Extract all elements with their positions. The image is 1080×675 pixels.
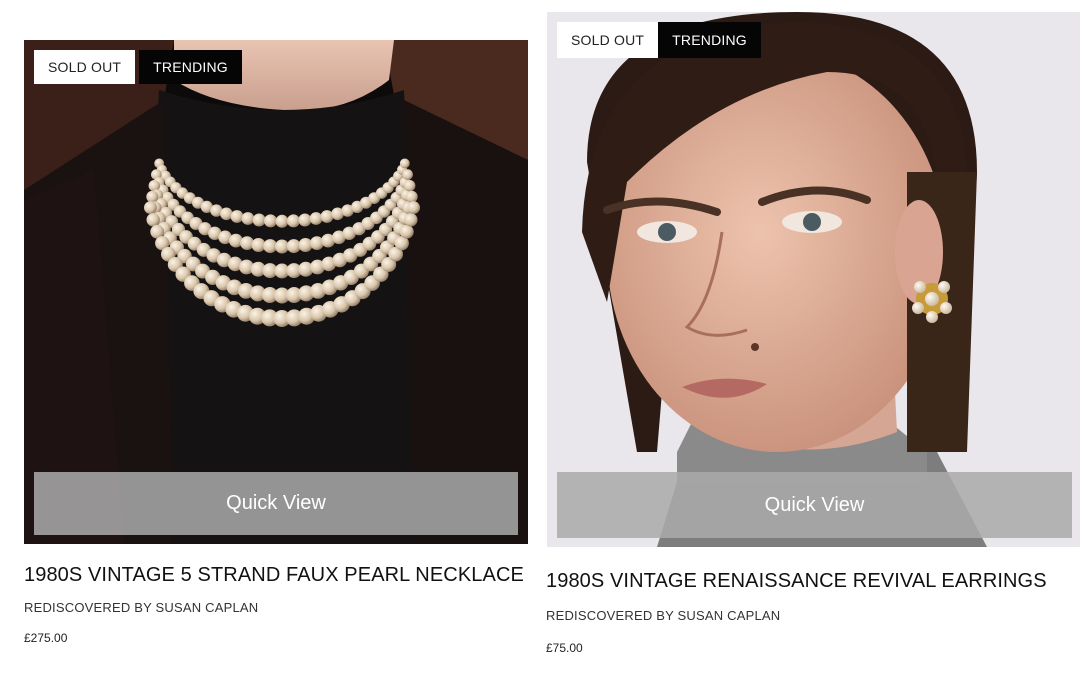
pearl — [144, 201, 157, 215]
product-brand[interactable]: REDISCOVERED BY SUSAN CAPLAN — [24, 600, 258, 615]
pearl — [264, 214, 277, 228]
pearl — [298, 213, 312, 227]
product-price: £75.00 — [546, 641, 583, 655]
pearl — [275, 214, 289, 228]
product-card[interactable]: SOLD OUT TRENDING Quick View 1980S VINTA… — [540, 0, 1080, 675]
pearl — [404, 213, 418, 227]
pearl — [220, 207, 233, 221]
product-card[interactable]: SOLD OUT TRENDING Quick View 1980S VINTA… — [0, 0, 540, 675]
product-image-earrings[interactable] — [547, 12, 1080, 547]
product-title[interactable]: 1980S VINTAGE 5 STRAND FAUX PEARL NECKLA… — [24, 564, 524, 587]
quick-view-button[interactable]: Quick View — [557, 472, 1072, 538]
pearl — [402, 169, 414, 180]
product-image-necklace[interactable] — [24, 40, 528, 544]
quick-view-button[interactable]: Quick View — [34, 472, 518, 535]
earrings-photo — [547, 12, 1080, 547]
pearl — [309, 212, 323, 225]
pearl — [287, 214, 300, 228]
pearl — [407, 201, 420, 215]
sold-out-badge: SOLD OUT — [34, 50, 136, 84]
pearl — [405, 190, 418, 203]
pearl — [320, 210, 334, 223]
trending-badge: TRENDING — [139, 50, 242, 84]
pearl — [404, 180, 416, 192]
pearl — [146, 213, 160, 227]
product-title[interactable]: 1980S VINTAGE RENAISSANCE REVIVAL EARRIN… — [546, 570, 1047, 593]
product-price: £275.00 — [24, 631, 68, 645]
pearl — [241, 212, 255, 225]
sold-out-badge: SOLD OUT — [557, 22, 659, 58]
pearl — [399, 158, 410, 169]
pearl — [252, 213, 266, 227]
pearl — [146, 190, 159, 203]
necklace-photo — [24, 40, 528, 544]
pearl — [230, 210, 244, 223]
trending-badge: TRENDING — [658, 22, 761, 58]
product-brand[interactable]: REDISCOVERED BY SUSAN CAPLAN — [546, 608, 780, 623]
pearl — [399, 224, 414, 239]
